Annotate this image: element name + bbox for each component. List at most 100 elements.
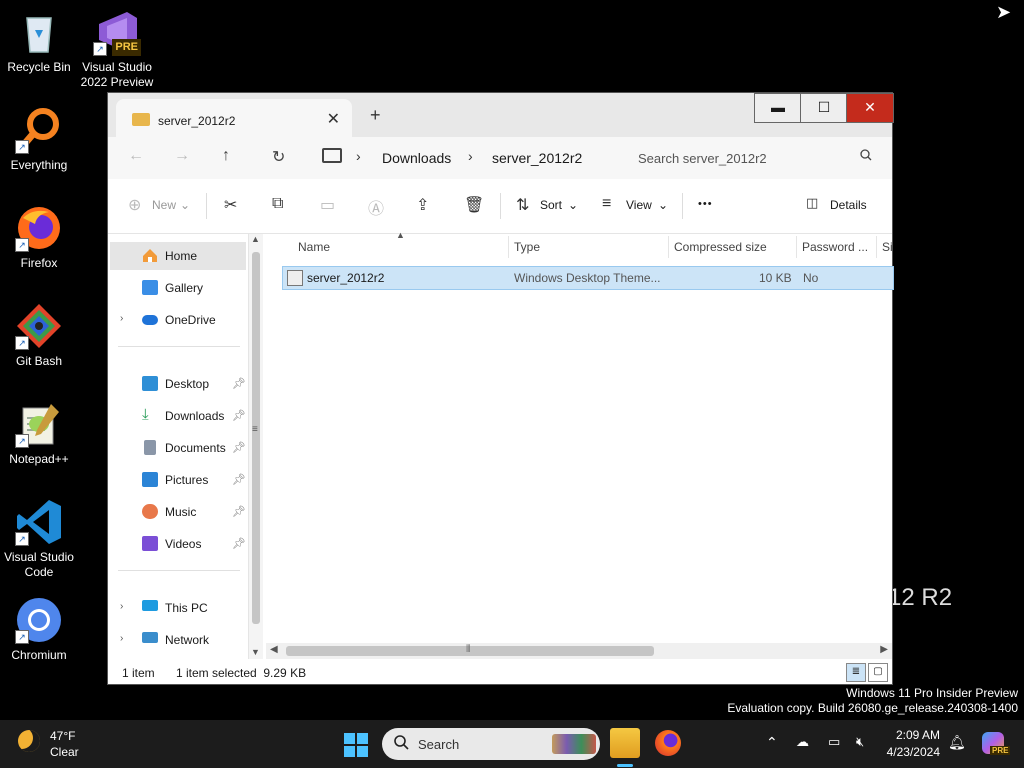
shortcut-arrow-icon: ↗ — [15, 630, 29, 644]
desktop-icon-visual-studio-2022-preview[interactable]: PRE ↗ Visual Studio 2022 Preview — [80, 8, 154, 90]
paste-icon[interactable]: ▭ — [320, 195, 335, 215]
taskbar-search-input[interactable]: Search — [418, 737, 459, 752]
chevron-right-icon[interactable]: › — [120, 601, 123, 612]
table-row[interactable]: server_2012r2 Windows Desktop Theme... 1… — [282, 266, 894, 290]
search-box[interactable]: Search server_2012r2 — [624, 141, 888, 173]
desktop-icon-label: Notepad++ — [9, 452, 69, 466]
scroll-left-icon[interactable]: ◀ — [270, 644, 278, 655]
breadcrumb-downloads[interactable]: Downloads — [382, 150, 451, 166]
delete-icon[interactable]: 🗑︎ — [464, 195, 484, 215]
start-button[interactable] — [344, 733, 368, 757]
weather-temperature[interactable]: 47°F — [50, 729, 75, 743]
minimize-button[interactable]: ▬ — [754, 93, 802, 123]
notification-bell-icon[interactable]: 🔔︎ — [948, 734, 966, 751]
chevron-down-icon: ⌄ — [180, 198, 191, 212]
breadcrumb-separator-icon[interactable]: › — [468, 148, 473, 164]
desktop-icon-everything[interactable]: ↗ Everything — [2, 106, 76, 173]
taskbar: 47°F Clear Search ⌃ ☁︎ ▭ 🔇︎ 2:09 AM 4/23… — [0, 720, 1024, 768]
moon-weather-icon[interactable] — [18, 730, 40, 752]
taskbar-search-box[interactable]: Search — [382, 728, 600, 760]
desktop-icon-vscode[interactable]: ↗ Visual Studio Code — [2, 498, 76, 580]
sidebar-item-gallery[interactable]: Gallery — [110, 274, 246, 302]
sidebar-item-videos[interactable]: Videos 📌︎ — [110, 530, 246, 558]
column-header-size[interactable]: Si — [882, 240, 893, 254]
breadcrumb-server-2012r2[interactable]: server_2012r2 — [492, 150, 582, 166]
column-header-compressed-size[interactable]: Compressed size — [674, 240, 767, 254]
pin-icon: 📌︎ — [232, 442, 246, 454]
weather-description[interactable]: Clear — [50, 745, 79, 759]
network-icon[interactable]: ▭ — [828, 734, 840, 750]
pin-icon: 📌︎ — [232, 538, 246, 550]
scroll-down-icon[interactable]: ▼ — [251, 647, 260, 657]
maximize-button[interactable]: ☐ — [800, 93, 848, 123]
onedrive-offline-icon[interactable]: ☁︎ — [796, 734, 809, 750]
desktop-icon-label: Git Bash — [15, 354, 63, 368]
navigation-pane: Home Gallery › OneDrive Desktop 📌︎ ⤓ Dow… — [108, 234, 264, 659]
sidebar-item-home[interactable]: Home — [110, 242, 246, 270]
clock-time[interactable]: 2:09 AM — [896, 728, 940, 742]
copy-icon[interactable]: ⧉ — [272, 195, 283, 213]
up-button[interactable]: ↑ — [222, 147, 230, 165]
chevron-right-icon[interactable]: › — [120, 313, 123, 324]
sidebar-item-documents[interactable]: Documents 📌︎ — [110, 434, 246, 462]
desktop-icon-label: Everything — [10, 158, 68, 172]
sidebar-item-onedrive[interactable]: › OneDrive — [110, 306, 246, 334]
refresh-button[interactable]: ↻ — [272, 147, 285, 167]
pane-resize-grip-icon[interactable]: ≡ — [252, 424, 258, 435]
large-icons-view-icon[interactable]: ▢ — [868, 663, 888, 682]
watermark-line-2: Evaluation copy. Build 26080.ge_release.… — [727, 701, 1018, 715]
file-list-horizontal-scrollbar[interactable]: ◀ ⦀ ▶ — [266, 643, 892, 659]
navigation-pane-scrollbar[interactable]: ▲ ≡ ▼ — [248, 234, 263, 659]
tab-close-icon[interactable]: ✕ — [327, 109, 340, 129]
sidebar-item-pictures[interactable]: Pictures 📌︎ — [110, 466, 246, 494]
view-button[interactable]: View — [626, 198, 652, 212]
sidebar-item-desktop[interactable]: Desktop 📌︎ — [110, 370, 246, 398]
rename-icon[interactable]: Ⓐ — [368, 195, 384, 219]
details-view-icon[interactable]: ≣ — [846, 663, 866, 682]
sidebar-item-downloads[interactable]: ⤓ Downloads 📌︎ — [110, 402, 246, 430]
desktop-icon-recycle-bin[interactable]: Recycle Bin — [2, 8, 76, 75]
firefox-taskbar-icon[interactable] — [655, 730, 681, 756]
computer-icon[interactable] — [322, 148, 342, 163]
desktop-icon-git-bash[interactable]: ↗ Git Bash — [2, 302, 76, 369]
new-button[interactable]: New — [152, 198, 176, 212]
music-icon — [142, 504, 158, 519]
new-tab-button[interactable]: + — [370, 105, 381, 126]
back-button[interactable]: ← — [128, 147, 144, 165]
recycle-bin-icon — [15, 8, 63, 56]
column-header-password[interactable]: Password ... — [802, 240, 868, 254]
tab-server-2012r2[interactable]: server_2012r2 ✕ — [116, 99, 352, 137]
show-hidden-icons-chevron-up-icon[interactable]: ⌃ — [766, 734, 778, 751]
clock-date[interactable]: 4/23/2024 — [887, 745, 940, 759]
see-more-button[interactable]: ••• — [698, 198, 713, 210]
search-icon — [394, 735, 409, 754]
volume-muted-icon[interactable]: 🔇︎ — [856, 734, 864, 750]
scrollbar-thumb[interactable] — [252, 252, 260, 624]
file-explorer-taskbar-icon[interactable] — [610, 728, 640, 758]
sidebar-item-this-pc[interactable]: › This PC — [110, 594, 246, 622]
details-pane-icon: ◫ — [806, 195, 819, 210]
scroll-up-icon[interactable]: ▲ — [251, 234, 260, 244]
desktop-icon-chromium[interactable]: ↗ Chromium — [2, 596, 76, 663]
desktop-icon-notepad-plus-plus[interactable]: ↗ Notepad++ — [2, 400, 76, 467]
close-button[interactable]: ✕ — [846, 93, 894, 123]
address-bar: ← → ↑ ↻ › Downloads › server_2012r2 Sear… — [108, 137, 892, 180]
column-header-name[interactable]: Name — [298, 240, 330, 254]
cut-icon[interactable]: ✂ — [224, 195, 237, 215]
sort-ascending-icon: ▲ — [396, 230, 405, 240]
new-plus-icon: ⊕ — [128, 197, 142, 214]
chevron-right-icon[interactable]: › — [120, 633, 123, 644]
share-icon[interactable]: ⇪ — [416, 195, 429, 215]
sort-button[interactable]: Sort — [540, 198, 562, 212]
sidebar-item-music[interactable]: Music 📌︎ — [110, 498, 246, 526]
column-header-type[interactable]: Type — [514, 240, 540, 254]
file-explorer-window: server_2012r2 ✕ + ▬ ☐ ✕ ← → ↑ ↻ › Downlo… — [108, 93, 894, 684]
desktop-icon-label: Visual Studio Code — [4, 550, 74, 579]
scroll-right-icon[interactable]: ▶ — [880, 644, 888, 655]
breadcrumb-separator-icon[interactable]: › — [356, 148, 361, 164]
forward-button[interactable]: → — [174, 147, 190, 165]
desktop-icon-firefox[interactable]: ↗ Firefox — [2, 204, 76, 271]
details-button[interactable]: Details — [830, 198, 867, 212]
search-input[interactable]: Search server_2012r2 — [638, 151, 767, 166]
sidebar-item-network[interactable]: › Network — [110, 626, 246, 654]
